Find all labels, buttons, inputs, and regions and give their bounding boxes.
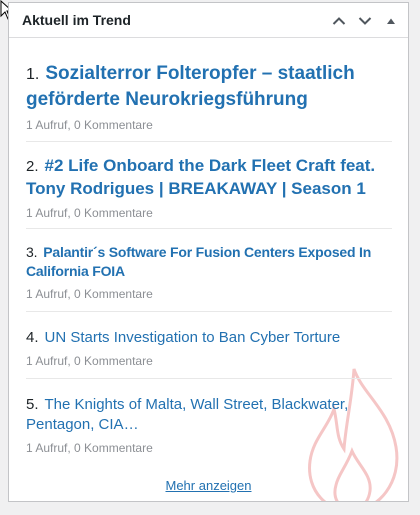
item-meta: 1 Aufruf, 0 Kommentare: [26, 287, 153, 301]
item-meta: 1 Aufruf, 0 Kommentare: [26, 441, 153, 455]
comments-count: 0 Kommentare: [74, 441, 153, 455]
item-title: Sozialterror Folteropfer – staatlich gef…: [26, 63, 355, 110]
item-number: 3.: [26, 244, 38, 260]
trending-link-2[interactable]: 2. #2 Life Onboard the Dark Fleet Craft f…: [26, 155, 392, 200]
header-actions: [326, 3, 404, 38]
views-count: 1 Aufruf: [26, 287, 68, 301]
triangle-up-icon: [387, 18, 395, 24]
item-title: The Knights of Malta, Wall Street, Black…: [26, 396, 349, 433]
item-meta: 1 Aufruf, 0 Kommentare: [26, 354, 153, 368]
list-item: 3. Palantir´s Software For Fusion Centers…: [26, 229, 392, 312]
toggle-panel-button[interactable]: [378, 3, 404, 38]
item-title: UN Starts Investigation to Ban Cyber Tor…: [44, 329, 341, 346]
widget-title: Aktuell im Trend: [22, 12, 131, 28]
comments-count: 0 Kommentare: [74, 354, 153, 368]
comments-count: 0 Kommentare: [74, 206, 153, 220]
item-meta: 1 Aufruf, 0 Kommentare: [26, 118, 153, 132]
more-container: Mehr anzeigen: [9, 477, 408, 495]
trending-link-1[interactable]: 1. Sozialterror Folteropfer – staatlich g…: [26, 61, 392, 112]
views-count: 1 Aufruf: [26, 441, 68, 455]
trending-list: 1. Sozialterror Folteropfer – staatlich g…: [26, 61, 392, 455]
item-title: #2 Life Onboard the Dark Fleet Craft fea…: [26, 156, 376, 198]
trending-link-5[interactable]: 5. The Knights of Malta, Wall Street, Bla…: [26, 395, 392, 435]
show-more-link[interactable]: Mehr anzeigen: [166, 478, 252, 493]
item-number: 2.: [26, 158, 39, 175]
item-number: 5.: [26, 396, 39, 413]
list-item: 1. Sozialterror Folteropfer – staatlich g…: [26, 61, 392, 142]
list-item: 4. UN Starts Investigation to Ban Cyber T…: [26, 312, 392, 379]
trending-widget: Aktuell im Trend 1. Sozialterror Foltero…: [8, 2, 409, 502]
views-count: 1 Aufruf: [26, 118, 68, 132]
item-number: 1.: [26, 66, 40, 83]
comments-count: 0 Kommentare: [74, 118, 153, 132]
views-count: 1 Aufruf: [26, 354, 68, 368]
views-count: 1 Aufruf: [26, 206, 68, 220]
move-up-button[interactable]: [326, 3, 352, 38]
trending-link-4[interactable]: 4. UN Starts Investigation to Ban Cyber T…: [26, 328, 392, 348]
item-title: Palantir´s Software For Fusion Centers E…: [26, 244, 372, 279]
comments-count: 0 Kommentare: [74, 287, 153, 301]
chevron-down-icon: [358, 16, 372, 25]
list-item: 5. The Knights of Malta, Wall Street, Bla…: [26, 379, 392, 455]
widget-header: Aktuell im Trend: [9, 3, 408, 38]
list-item: 2. #2 Life Onboard the Dark Fleet Craft f…: [26, 142, 392, 229]
chevron-up-icon: [332, 16, 346, 25]
move-down-button[interactable]: [352, 3, 378, 38]
item-number: 4.: [26, 329, 39, 346]
trending-link-3[interactable]: 3. Palantir´s Software For Fusion Centers…: [26, 243, 392, 281]
item-meta: 1 Aufruf, 0 Kommentare: [26, 206, 153, 220]
